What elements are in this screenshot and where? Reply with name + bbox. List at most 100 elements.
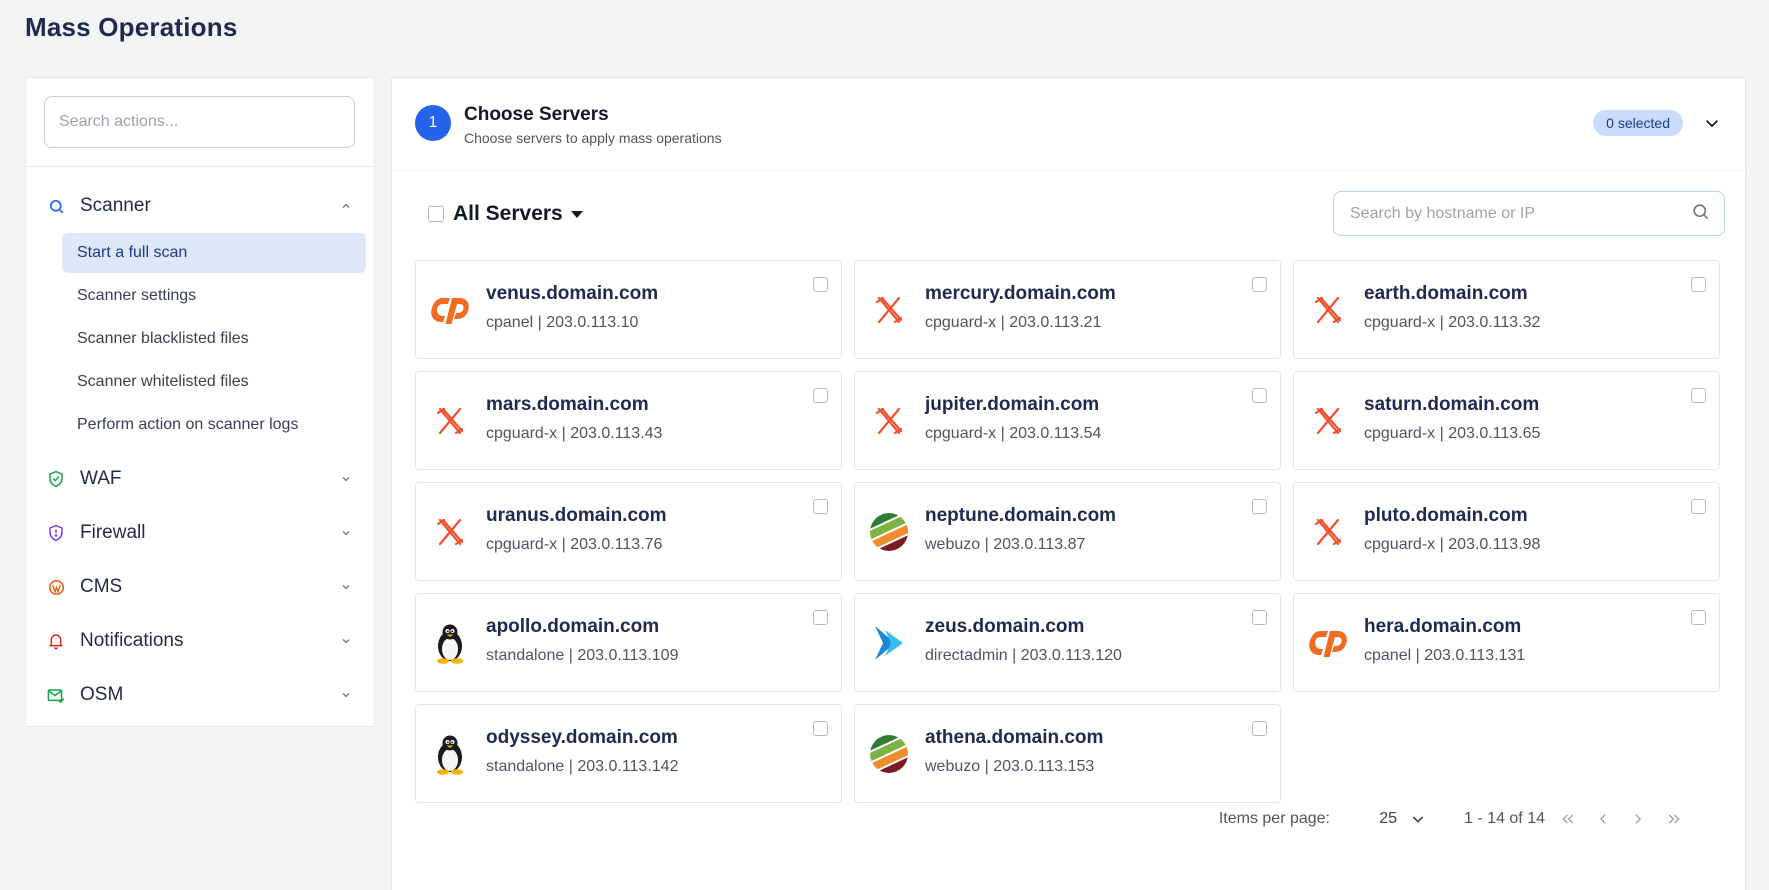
sidebar-section-scanner[interactable]: Scanner [26, 179, 374, 233]
server-meta: cpguard-x | 203.0.113.21 [925, 314, 1102, 331]
shield-alert-icon [46, 523, 66, 543]
server-card[interactable]: hera.domain.com cpanel | 203.0.113.131 [1293, 593, 1720, 692]
sidebar-item-scanner-logs-action[interactable]: Perform action on scanner logs [62, 405, 366, 445]
cpanel-logo-icon [428, 288, 472, 332]
chevron-down-icon [338, 579, 354, 595]
chevron-down-icon [338, 471, 354, 487]
main-panel: 1 Choose Servers Choose servers to apply… [391, 77, 1746, 890]
server-hostname: zeus.domain.com [925, 616, 1085, 637]
selected-count-badge: 0 selected [1593, 110, 1683, 136]
server-card[interactable]: zeus.domain.com directadmin | 203.0.113.1… [854, 593, 1281, 692]
wordpress-icon [46, 577, 66, 597]
items-per-page-select[interactable]: 25 [1379, 810, 1397, 828]
server-card[interactable]: athena.domain.com webuzo | 203.0.113.153 [854, 704, 1281, 803]
server-meta: cpanel | 203.0.113.10 [486, 314, 639, 331]
server-card[interactable]: odyssey.domain.com standalone | 203.0.113… [415, 704, 842, 803]
search-actions-input[interactable] [44, 96, 355, 148]
server-meta: cpguard-x | 203.0.113.65 [1364, 425, 1541, 442]
sidebar-section-firewall[interactable]: Firewall [26, 506, 374, 560]
server-hostname: mars.domain.com [486, 394, 649, 415]
server-card[interactable]: venus.domain.com cpanel | 203.0.113.10 [415, 260, 842, 359]
cpanel-logo-icon [1306, 621, 1350, 665]
cpguard-logo-icon [867, 399, 911, 443]
server-checkbox[interactable] [1252, 610, 1267, 625]
chevron-down-icon[interactable] [1701, 112, 1723, 134]
server-checkbox[interactable] [1252, 721, 1267, 736]
server-meta: standalone | 203.0.113.142 [486, 758, 679, 775]
server-checkbox[interactable] [813, 388, 828, 403]
server-meta: webuzo | 203.0.113.87 [925, 536, 1086, 553]
server-checkbox[interactable] [813, 499, 828, 514]
server-meta: cpguard-x | 203.0.113.98 [1364, 536, 1541, 553]
sidebar-item-scanner-whitelisted-files[interactable]: Scanner whitelisted files [62, 362, 366, 402]
step-header[interactable]: 1 Choose Servers Choose servers to apply… [392, 78, 1745, 171]
chevron-down-icon[interactable] [1409, 810, 1427, 828]
server-hostname: mercury.domain.com [925, 283, 1116, 304]
chevron-down-icon [338, 525, 354, 541]
all-servers-label: All Servers [453, 202, 563, 225]
server-card[interactable]: saturn.domain.com cpguard-x | 203.0.113.6… [1293, 371, 1720, 470]
server-checkbox[interactable] [1252, 499, 1267, 514]
sidebar-section-waf[interactable]: WAF [26, 452, 374, 506]
hostname-search-input[interactable] [1348, 203, 1691, 224]
server-meta: cpanel | 203.0.113.131 [1364, 647, 1526, 664]
server-checkbox[interactable] [1691, 277, 1706, 292]
server-meta: webuzo | 203.0.113.153 [925, 758, 1095, 775]
sidebar-section-label: Firewall [80, 522, 146, 543]
cpguard-logo-icon [428, 510, 472, 554]
pagination: Items per page: 25 1 - 14 of 14 [392, 800, 1745, 840]
select-all-checkbox[interactable] [428, 206, 444, 222]
server-checkbox[interactable] [813, 277, 828, 292]
cpguard-logo-icon [428, 399, 472, 443]
scanner-sub-list: Start a full scan Scanner settings Scann… [26, 233, 374, 452]
server-meta: cpguard-x | 203.0.113.76 [486, 536, 663, 553]
server-card[interactable]: pluto.domain.com cpguard-x | 203.0.113.98 [1293, 482, 1720, 581]
directadmin-logo-icon [867, 621, 911, 665]
search-icon [46, 196, 66, 216]
server-checkbox[interactable] [1252, 388, 1267, 403]
server-checkbox[interactable] [1252, 277, 1267, 292]
bell-icon [46, 631, 66, 651]
server-checkbox[interactable] [1691, 388, 1706, 403]
webuzo-logo-icon [867, 510, 911, 554]
first-page-icon[interactable] [1559, 810, 1577, 828]
sidebar-item-start-full-scan[interactable]: Start a full scan [62, 233, 366, 273]
server-hostname: venus.domain.com [486, 283, 659, 304]
server-hostname: odyssey.domain.com [486, 727, 678, 748]
server-card[interactable]: earth.domain.com cpguard-x | 203.0.113.32 [1293, 260, 1720, 359]
page-title: Mass Operations [25, 12, 238, 42]
server-hostname: hera.domain.com [1364, 616, 1522, 637]
server-card[interactable]: mars.domain.com cpguard-x | 203.0.113.43 [415, 371, 842, 470]
all-servers-dropdown[interactable]: All Servers [453, 202, 583, 226]
sidebar-section-label: Scanner [80, 195, 151, 216]
server-card[interactable]: jupiter.domain.com cpguard-x | 203.0.113.… [854, 371, 1281, 470]
next-page-icon[interactable] [1629, 810, 1647, 828]
last-page-icon[interactable] [1665, 810, 1683, 828]
sidebar-section-label: Notifications [80, 630, 184, 651]
sidebar-section-label: WAF [80, 468, 122, 489]
host-search-box[interactable] [1333, 191, 1725, 236]
chevron-up-icon [338, 198, 354, 214]
server-card[interactable]: uranus.domain.com cpguard-x | 203.0.113.7… [415, 482, 842, 581]
server-meta: cpguard-x | 203.0.113.32 [1364, 314, 1541, 331]
server-card[interactable]: neptune.domain.com webuzo | 203.0.113.87 [854, 482, 1281, 581]
server-checkbox[interactable] [1691, 499, 1706, 514]
sidebar-section-notifications[interactable]: Notifications [26, 614, 374, 668]
server-meta: cpguard-x | 203.0.113.43 [486, 425, 663, 442]
server-card[interactable]: mercury.domain.com cpguard-x | 203.0.113.… [854, 260, 1281, 359]
server-meta: cpguard-x | 203.0.113.54 [925, 425, 1102, 442]
server-hostname: apollo.domain.com [486, 616, 660, 637]
server-checkbox[interactable] [1691, 610, 1706, 625]
server-card[interactable]: apollo.domain.com standalone | 203.0.113.… [415, 593, 842, 692]
sidebar-item-scanner-blacklisted-files[interactable]: Scanner blacklisted files [62, 319, 366, 359]
sidebar-section-cms[interactable]: CMS [26, 560, 374, 614]
search-icon[interactable] [1691, 202, 1710, 226]
step-subtitle: Choose servers to apply mass operations [464, 130, 722, 146]
sidebar-item-scanner-settings[interactable]: Scanner settings [62, 276, 366, 316]
cpguard-logo-icon [1306, 288, 1350, 332]
server-checkbox[interactable] [813, 610, 828, 625]
previous-page-icon[interactable] [1594, 810, 1612, 828]
server-checkbox[interactable] [813, 721, 828, 736]
sidebar-section-osm[interactable]: OSM [26, 668, 374, 722]
cpguard-logo-icon [1306, 399, 1350, 443]
